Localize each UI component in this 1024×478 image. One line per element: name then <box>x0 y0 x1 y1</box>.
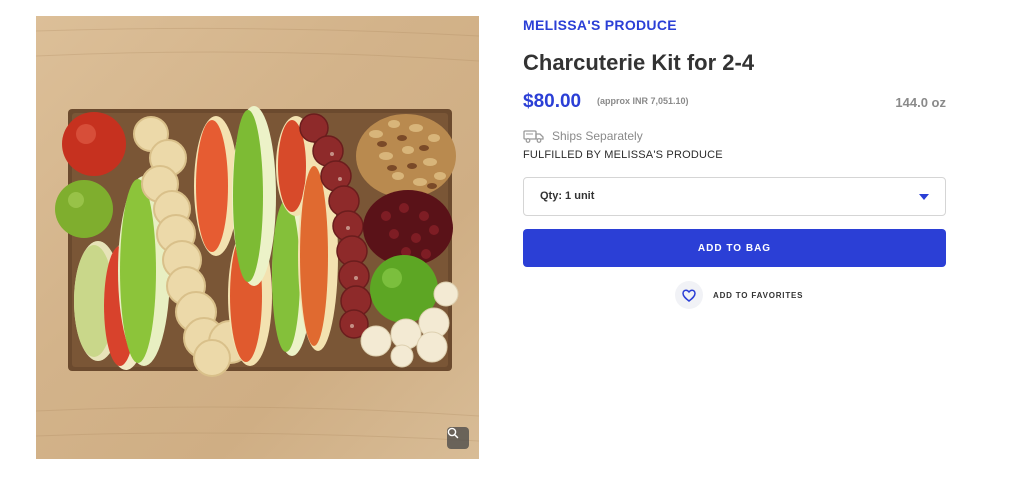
favorite-icon-wrap <box>675 281 703 309</box>
add-to-bag-button[interactable]: ADD TO BAG <box>523 229 946 267</box>
product-title: Charcuterie Kit for 2-4 <box>523 50 755 75</box>
truck-icon <box>523 130 544 143</box>
product-image[interactable] <box>36 16 479 459</box>
price-approx: (approx INR 7,051.10) <box>597 96 689 106</box>
add-to-favorites-label: ADD TO FAVORITES <box>713 290 804 300</box>
shipping-label: Ships Separately <box>552 129 643 143</box>
brand-link[interactable]: MELISSA'S PRODUCE <box>523 17 677 33</box>
zoom-button[interactable] <box>447 427 469 449</box>
product-price: $80.00 <box>523 91 582 112</box>
quantity-select[interactable]: Qty: 1 unit <box>523 177 946 216</box>
quantity-value: Qty: 1 unit <box>540 190 595 202</box>
shipping-info: Ships Separately <box>523 129 643 143</box>
heart-icon <box>682 288 696 302</box>
fulfilled-by: FULFILLED BY MELISSA'S PRODUCE <box>523 149 723 161</box>
zoom-icon <box>447 427 459 439</box>
product-weight: 144.0 oz <box>895 95 946 110</box>
add-to-favorites-button[interactable]: ADD TO FAVORITES <box>675 281 803 309</box>
charcuterie-board-illustration <box>36 27 479 442</box>
chevron-down-icon <box>919 194 929 200</box>
